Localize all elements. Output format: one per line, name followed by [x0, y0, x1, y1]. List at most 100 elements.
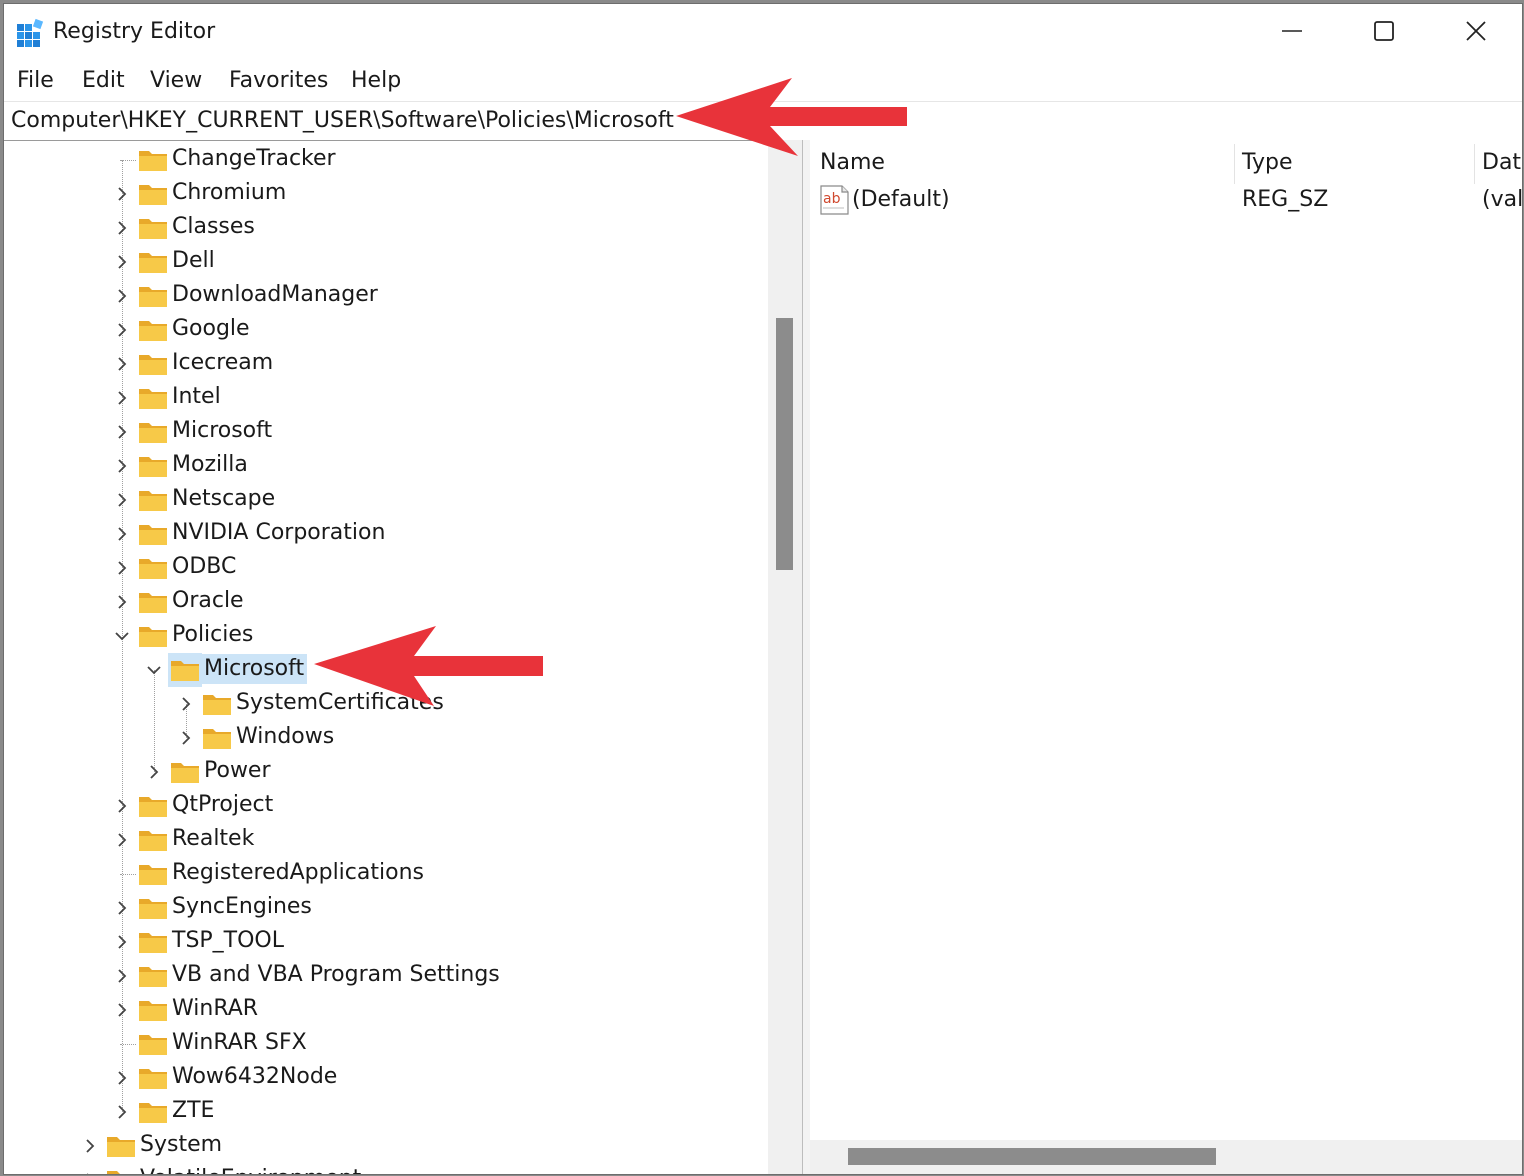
maximize-button[interactable] [1338, 4, 1430, 58]
chevron-right-icon[interactable] [113, 797, 131, 815]
chevron-right-icon[interactable] [113, 491, 131, 509]
chevron-right-icon[interactable] [113, 593, 131, 611]
chevron-right-icon[interactable] [177, 695, 195, 713]
tree-item-label[interactable]: Mozilla [169, 450, 251, 480]
column-separator[interactable] [1474, 144, 1475, 184]
chevron-right-icon[interactable] [113, 219, 131, 237]
menu-help[interactable]: Help [349, 66, 403, 96]
chevron-right-icon[interactable] [81, 1171, 99, 1174]
menu-file[interactable]: File [15, 66, 56, 96]
values-list[interactable]: Name Type Data ab (Default) REG_SZ (valu… [810, 140, 1522, 1174]
menu-edit[interactable]: Edit [80, 66, 127, 96]
tree-item[interactable]: QtProject [4, 789, 784, 823]
tree-item-label[interactable]: WinRAR SFX [169, 1028, 310, 1058]
registry-key-tree[interactable]: ChangeTracker Chromium Classes Dell Download… [4, 140, 804, 1174]
tree-item-label-selected[interactable]: Microsoft [201, 654, 308, 684]
chevron-down-icon[interactable] [113, 627, 131, 645]
chevron-right-icon[interactable] [113, 185, 131, 203]
column-separator[interactable] [1234, 144, 1235, 184]
tree-item-label[interactable]: Classes [169, 212, 258, 242]
tree-item-label[interactable]: SyncEngines [169, 892, 315, 922]
tree-item[interactable]: Icecream [4, 347, 784, 381]
chevron-right-icon[interactable] [113, 287, 131, 305]
tree-item-label[interactable]: VolatileEnvironment [137, 1164, 364, 1174]
tree-item[interactable]: TSP_TOOL [4, 925, 784, 959]
tree-item[interactable]: ZTE [4, 1095, 784, 1129]
tree-item-label[interactable]: Icecream [169, 348, 276, 378]
tree-item-label[interactable]: VB and VBA Program Settings [169, 960, 503, 990]
tree-item[interactable]: SyncEngines [4, 891, 784, 925]
tree-item[interactable]: VolatileEnvironment [4, 1163, 784, 1174]
tree-vertical-scrollbar[interactable] [768, 140, 802, 1174]
tree-item-label[interactable]: Realtek [169, 824, 257, 854]
close-button[interactable] [1430, 4, 1522, 58]
tree-item-label[interactable]: Intel [169, 382, 224, 412]
column-header-data[interactable]: Data [1482, 148, 1522, 178]
tree-item[interactable]: Wow6432Node [4, 1061, 784, 1095]
tree-item-label[interactable]: Policies [169, 620, 256, 650]
chevron-right-icon[interactable] [145, 763, 163, 781]
tree-item[interactable]: Windows [4, 721, 784, 755]
tree-item[interactable]: Realtek [4, 823, 784, 857]
tree-item-label[interactable]: Oracle [169, 586, 247, 616]
tree-item[interactable]: Netscape [4, 483, 784, 517]
tree-item-label[interactable]: ZTE [169, 1096, 217, 1126]
chevron-right-icon[interactable] [113, 321, 131, 339]
tree-item[interactable]: DownloadManager [4, 279, 784, 313]
menu-favorites[interactable]: Favorites [227, 66, 330, 96]
chevron-right-icon[interactable] [113, 967, 131, 985]
menu-view[interactable]: View [148, 66, 204, 96]
chevron-right-icon[interactable] [113, 355, 131, 373]
tree-item[interactable]: Power [4, 755, 784, 789]
tree-item[interactable]: WinRAR [4, 993, 784, 1027]
tree-item-label[interactable]: Microsoft [169, 416, 275, 446]
tree-item-label[interactable]: System [137, 1130, 225, 1160]
tree-item[interactable]: VB and VBA Program Settings [4, 959, 784, 993]
tree-scroll-thumb[interactable] [776, 318, 793, 570]
tree-item[interactable]: Mozilla [4, 449, 784, 483]
tree-item-label[interactable]: WinRAR [169, 994, 261, 1024]
chevron-right-icon[interactable] [113, 899, 131, 917]
values-horizontal-scrollbar[interactable] [810, 1140, 1522, 1174]
tree-item[interactable]: NVIDIA Corporation [4, 517, 784, 551]
address-bar[interactable]: Computer\HKEY_CURRENT_USER\Software\Poli… [4, 101, 1522, 141]
minimize-button[interactable] [1246, 4, 1338, 58]
tree-item-label[interactable]: SystemCertificates [233, 688, 447, 718]
chevron-right-icon[interactable] [177, 729, 195, 747]
chevron-right-icon[interactable] [113, 389, 131, 407]
tree-item-label[interactable]: Dell [169, 246, 218, 276]
chevron-right-icon[interactable] [113, 423, 131, 441]
column-header-type[interactable]: Type [1242, 148, 1293, 178]
tree-item-label[interactable]: ChangeTracker [169, 144, 339, 174]
tree-item[interactable]: Classes [4, 211, 784, 245]
chevron-right-icon[interactable] [113, 525, 131, 543]
tree-item[interactable]: ChangeTracker [4, 143, 784, 177]
tree-item-label[interactable]: Power [201, 756, 274, 786]
tree-item-label[interactable]: Chromium [169, 178, 289, 208]
chevron-right-icon[interactable] [113, 559, 131, 577]
tree-item-label[interactable]: TSP_TOOL [169, 926, 287, 956]
tree-item-label[interactable]: QtProject [169, 790, 276, 820]
tree-item[interactable]: WinRAR SFX [4, 1027, 784, 1061]
chevron-right-icon[interactable] [113, 1069, 131, 1087]
tree-item[interactable]: Intel [4, 381, 784, 415]
tree-item[interactable]: RegisteredApplications [4, 857, 784, 891]
tree-item[interactable]: Microsoft [4, 653, 784, 687]
address-path[interactable]: Computer\HKEY_CURRENT_USER\Software\Poli… [11, 107, 674, 135]
tree-item[interactable]: Policies [4, 619, 784, 653]
column-header-name[interactable]: Name [820, 148, 885, 178]
tree-item-label[interactable]: Wow6432Node [169, 1062, 340, 1092]
chevron-right-icon[interactable] [113, 253, 131, 271]
title-bar[interactable]: Registry Editor [4, 4, 1522, 60]
tree-item[interactable]: Google [4, 313, 784, 347]
chevron-right-icon[interactable] [113, 831, 131, 849]
tree-item-label[interactable]: Windows [233, 722, 337, 752]
tree-item-label[interactable]: DownloadManager [169, 280, 381, 310]
value-name-default[interactable]: (Default) [852, 185, 950, 215]
tree-item[interactable]: Microsoft [4, 415, 784, 449]
tree-item-label[interactable]: ODBC [169, 552, 239, 582]
tree-item[interactable]: SystemCertificates [4, 687, 784, 721]
tree-item-label[interactable]: Netscape [169, 484, 278, 514]
tree-item-label[interactable]: RegisteredApplications [169, 858, 427, 888]
values-scroll-thumb[interactable] [848, 1148, 1216, 1165]
